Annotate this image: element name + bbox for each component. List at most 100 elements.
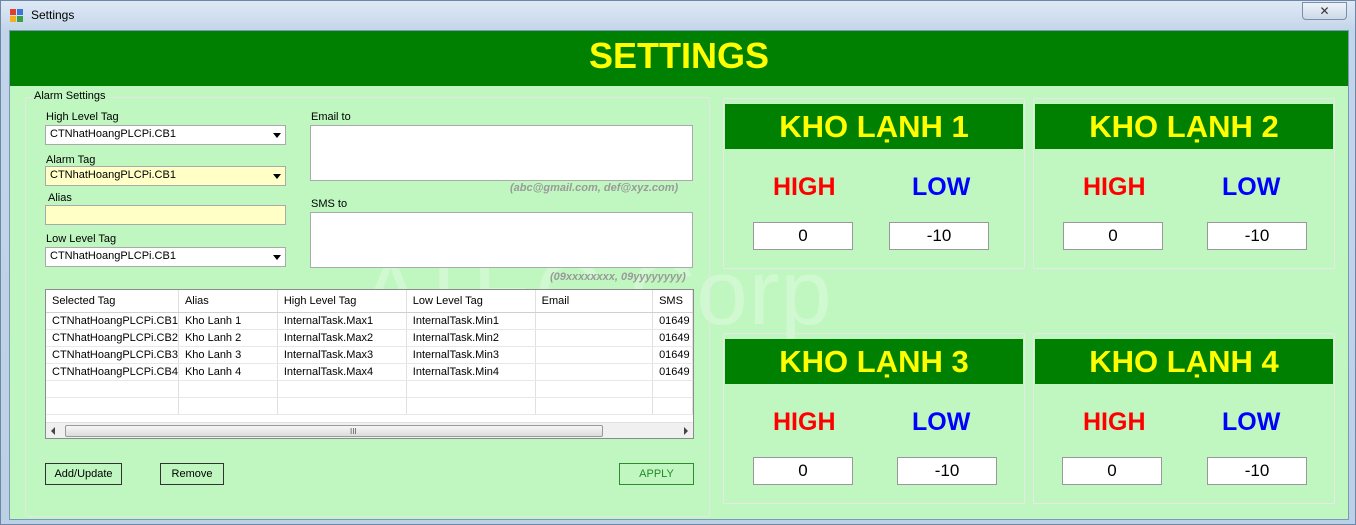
scrollbar-thumb[interactable]: III — [65, 425, 603, 437]
table-cell: CTNhatHoangPLCPi.CB1 — [46, 312, 179, 330]
table-row[interactable]: CTNhatHoangPLCPi.CB4 Kho Lanh 4 InternalTa… — [46, 363, 693, 381]
table-row[interactable]: CTNhatHoangPLCPi.CB1 Kho Lanh 1 InternalTa… — [46, 312, 693, 330]
chevron-down-icon — [273, 133, 281, 138]
table-cell — [535, 363, 654, 381]
column-header[interactable]: Email — [535, 290, 654, 313]
table-cell: Kho Lanh 1 — [178, 312, 278, 330]
settings-banner: SETTINGS — [10, 31, 1348, 86]
table-cell — [535, 312, 654, 330]
scroll-right-icon[interactable] — [684, 427, 688, 435]
apply-button[interactable]: APPLY — [619, 463, 694, 485]
high-label: HIGH — [1083, 173, 1146, 201]
table-cell: CTNhatHoangPLCPi.CB2 — [46, 329, 179, 347]
alarm-tag-label: Alarm Tag — [46, 154, 96, 166]
sms-hint: (09xxxxxxxx, 09yyyyyyyy) — [550, 271, 686, 283]
table-row — [46, 397, 693, 415]
app-icon — [10, 9, 24, 22]
low-label: LOW — [1222, 173, 1281, 201]
kho-lanh-1-panel: KHO LẠNH 1 HIGH LOW 0 -10 — [723, 98, 1025, 269]
alias-input[interactable] — [45, 205, 286, 225]
kho-lanh-3-panel: KHO LẠNH 3 HIGH LOW 0 -10 — [723, 333, 1025, 504]
high-label: HIGH — [773, 408, 836, 436]
table-cell: Kho Lanh 3 — [178, 346, 278, 364]
client-area: SETTINGS ATEC Corp Alarm Settings High L… — [9, 30, 1349, 520]
high-label: HIGH — [773, 173, 836, 201]
sms-to-input[interactable] — [310, 212, 693, 268]
low-value-field[interactable]: -10 — [1207, 222, 1307, 250]
table-cell: CTNhatHoangPLCPi.CB4 — [46, 363, 179, 381]
table-cell — [535, 346, 654, 364]
kho-lanh-4-panel: KHO LẠNH 4 HIGH LOW 0 -10 — [1033, 333, 1335, 504]
sms-to-label: SMS to — [311, 198, 348, 210]
table-row[interactable]: CTNhatHoangPLCPi.CB2 Kho Lanh 2 InternalTa… — [46, 329, 693, 347]
high-value-field[interactable]: 0 — [1062, 457, 1162, 485]
low-value-field[interactable]: -10 — [889, 222, 989, 250]
low-value-field[interactable]: -10 — [897, 457, 997, 485]
table-cell: InternalTask.Min1 — [406, 312, 536, 330]
low-level-tag-value: CTNhatHoangPLCPi.CB1 — [50, 250, 176, 262]
grip-icon: III — [350, 427, 357, 436]
low-level-tag-label: Low Level Tag — [46, 233, 117, 245]
low-value-field[interactable]: -10 — [1207, 457, 1307, 485]
table-cell: 01649 — [652, 363, 693, 381]
title-bar[interactable]: Settings ✕ — [1, 1, 1356, 30]
table-cell: InternalTask.Min4 — [406, 363, 536, 381]
table-cell: InternalTask.Min3 — [406, 346, 536, 364]
table-cell: Kho Lanh 4 — [178, 363, 278, 381]
panel-title: KHO LẠNH 4 — [1035, 339, 1333, 384]
high-level-tag-label: High Level Tag — [46, 111, 119, 123]
column-header[interactable]: Low Level Tag — [406, 290, 536, 313]
email-to-label: Email to — [311, 111, 351, 123]
table-cell: InternalTask.Max4 — [277, 363, 407, 381]
table-cell: 01649 — [652, 346, 693, 364]
table-cell: InternalTask.Max1 — [277, 312, 407, 330]
alias-label: Alias — [48, 192, 72, 204]
alarm-tag-value: CTNhatHoangPLCPi.CB1 — [50, 169, 176, 181]
column-header[interactable]: Alias — [178, 290, 278, 313]
table-cell: InternalTask.Max2 — [277, 329, 407, 347]
high-label: HIGH — [1083, 408, 1146, 436]
low-label: LOW — [912, 173, 971, 201]
remove-button[interactable]: Remove — [160, 463, 224, 485]
add-update-button[interactable]: Add/Update — [45, 463, 122, 485]
table-cell: CTNhatHoangPLCPi.CB3 — [46, 346, 179, 364]
grid-header-row: Selected Tag Alias High Level Tag Low Le… — [46, 290, 693, 313]
email-hint: (abc@gmail.com, def@xyz.com) — [510, 182, 679, 194]
alarm-settings-legend: Alarm Settings — [32, 90, 108, 102]
window-title: Settings — [31, 8, 75, 22]
horizontal-scrollbar[interactable]: III — [46, 422, 693, 438]
panel-title: KHO LẠNH 1 — [725, 104, 1023, 149]
table-row — [46, 380, 693, 398]
close-icon: ✕ — [1319, 4, 1330, 18]
panel-title: KHO LẠNH 3 — [725, 339, 1023, 384]
high-level-tag-combo[interactable]: CTNhatHoangPLCPi.CB1 — [45, 125, 286, 145]
scroll-left-icon[interactable] — [51, 427, 55, 435]
column-header[interactable]: Selected Tag — [46, 290, 179, 313]
chevron-down-icon — [273, 174, 281, 179]
low-label: LOW — [912, 408, 971, 436]
table-cell: InternalTask.Max3 — [277, 346, 407, 364]
table-cell — [535, 329, 654, 347]
low-label: LOW — [1222, 408, 1281, 436]
table-cell: Kho Lanh 2 — [178, 329, 278, 347]
alarm-tags-grid[interactable]: Selected Tag Alias High Level Tag Low Le… — [45, 289, 694, 439]
column-header[interactable]: SMS — [652, 290, 693, 313]
column-header[interactable]: High Level Tag — [277, 290, 407, 313]
high-value-field[interactable]: 0 — [753, 457, 853, 485]
kho-lanh-2-panel: KHO LẠNH 2 HIGH LOW 0 -10 — [1033, 98, 1335, 269]
low-level-tag-combo[interactable]: CTNhatHoangPLCPi.CB1 — [45, 247, 286, 267]
banner-title: SETTINGS — [588, 35, 770, 76]
chevron-down-icon — [273, 255, 281, 260]
settings-window: Settings ✕ SETTINGS ATEC Corp Alarm Sett… — [0, 0, 1356, 525]
alarm-tag-combo[interactable]: CTNhatHoangPLCPi.CB1 — [45, 166, 286, 186]
alarm-tags-table: Selected Tag Alias High Level Tag Low Le… — [46, 290, 693, 415]
panel-title: KHO LẠNH 2 — [1035, 104, 1333, 149]
high-value-field[interactable]: 0 — [1063, 222, 1163, 250]
close-button[interactable]: ✕ — [1302, 2, 1347, 20]
table-cell: 01649 — [652, 312, 693, 330]
email-to-input[interactable] — [310, 125, 693, 181]
table-cell: InternalTask.Min2 — [406, 329, 536, 347]
high-value-field[interactable]: 0 — [753, 222, 853, 250]
table-row[interactable]: CTNhatHoangPLCPi.CB3 Kho Lanh 3 InternalTa… — [46, 346, 693, 364]
high-level-tag-value: CTNhatHoangPLCPi.CB1 — [50, 128, 176, 140]
